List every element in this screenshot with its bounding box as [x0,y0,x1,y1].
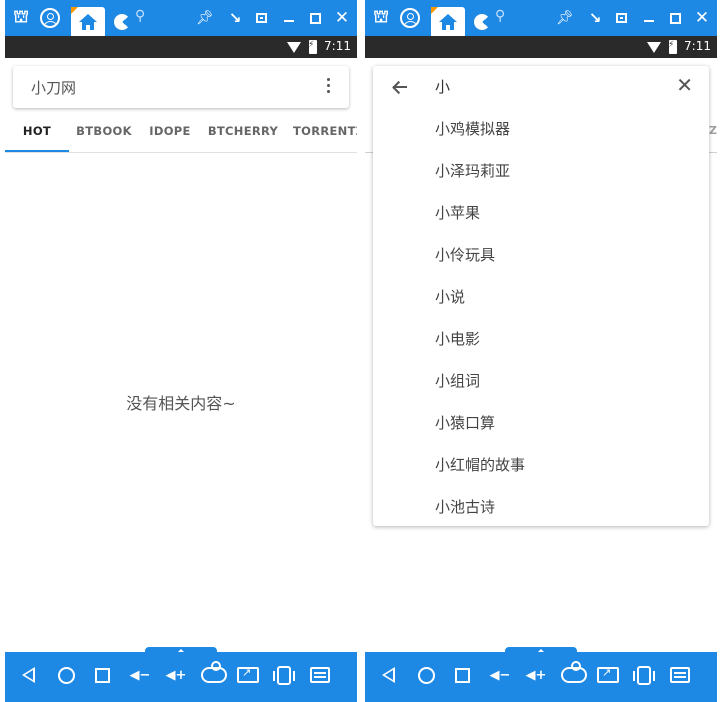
emulator-window-right: ⛫ ⚲ 📌︎ ↘ ✕ 7:11 TZ 小 ✕ 小鸡模拟器 小泽玛莉亚 小苹果 小… [365,0,717,702]
clear-search-icon[interactable]: ✕ [676,73,693,97]
emulator-window-left: ⛫ ⚲ 📌︎ ↘ ✕ 7:11 小刀网 HOT BTBOOK IDOPE BTC… [5,0,357,702]
suggestion-item[interactable]: 小组词 [373,360,709,402]
status-time: 7:11 [684,39,711,53]
screenshot-icon[interactable] [235,652,261,698]
tab-btcherry[interactable]: BTCHERRY [205,110,281,152]
suggestion-item[interactable]: 小鸡模拟器 [373,108,709,150]
maximize-icon[interactable] [665,0,685,36]
emulator-titlebar: ⛫ ⚲ 📌︎ ↘ ✕ [365,0,717,36]
emulator-logo-icon[interactable]: ⛫ [9,0,33,36]
suggestion-list: 小鸡模拟器 小泽玛莉亚 小苹果 小伶玩具 小说 小电影 小组词 小猿口算 小红帽… [373,108,709,528]
recent-apps-icon[interactable] [449,652,475,698]
keyboard-icon[interactable] [667,652,693,698]
gamepad-icon[interactable] [199,652,229,698]
tabs-divider [5,152,357,153]
restore-window-icon[interactable] [611,0,631,36]
user-account-icon[interactable] [39,0,61,36]
more-options-icon[interactable] [327,78,331,96]
empty-state-message: 没有相关内容~ [126,394,236,413]
android-statusbar: 7:11 [5,36,357,58]
search-input[interactable]: 小刀网 [31,77,76,98]
shake-icon[interactable] [631,652,657,698]
search-suggestions-panel: 小 ✕ 小鸡模拟器 小泽玛莉亚 小苹果 小伶玩具 小说 小电影 小组词 小猿口算… [373,66,709,526]
shrink-window-icon[interactable]: ↘ [585,0,605,36]
restore-window-icon[interactable] [251,0,271,36]
minimize-icon[interactable] [639,0,659,36]
user-account-icon[interactable] [399,0,421,36]
suggestion-item[interactable]: 小伶玩具 [373,234,709,276]
suggestion-item[interactable]: 小苹果 [373,192,709,234]
source-tabs: HOT BTBOOK IDOPE BTCHERRY TORRENTZ [5,110,357,152]
tab-idope[interactable]: IDOPE [143,110,197,152]
wifi-icon [287,42,301,53]
wifi-icon [647,42,661,53]
android-statusbar: 7:11 [365,36,717,58]
minimize-icon[interactable] [279,0,299,36]
suggestion-item[interactable]: 小猿口算 [373,402,709,444]
gamepad-icon[interactable] [559,652,589,698]
search-bar[interactable]: 小刀网 [13,66,349,108]
emulator-titlebar: ⛫ ⚲ 📌︎ ↘ ✕ [5,0,357,36]
battery-charging-icon [668,40,677,54]
suggestion-item[interactable]: 小说 [373,276,709,318]
tab-search-icon[interactable]: ⚲ [495,8,505,24]
status-time: 7:11 [324,39,351,53]
emulator-logo-icon[interactable]: ⛫ [369,0,393,36]
suggestion-item[interactable]: 小池古诗 [373,486,709,528]
pin-icon[interactable]: 📌︎ [555,0,575,36]
close-icon[interactable]: ✕ [691,0,713,36]
tab-torrentz[interactable]: TORRENTZ [293,110,357,152]
volume-up-icon[interactable]: ◀+ [523,652,549,698]
keyboard-icon[interactable] [307,652,333,698]
home-icon[interactable] [53,652,79,698]
suggestion-item[interactable]: 小红帽的故事 [373,444,709,486]
volume-down-icon[interactable]: ◀− [127,652,153,698]
suggestion-item[interactable]: 小泽玛莉亚 [373,150,709,192]
home-tab-icon[interactable] [431,7,465,36]
suggestion-item[interactable]: 小电影 [373,318,709,360]
back-icon[interactable] [375,652,401,698]
volume-down-icon[interactable]: ◀− [487,652,513,698]
screenshot-icon[interactable] [595,652,621,698]
game-tab-icon[interactable] [467,7,497,36]
battery-charging-icon [308,40,317,54]
shrink-window-icon[interactable]: ↘ [225,0,245,36]
tab-search-icon[interactable]: ⚲ [135,8,145,24]
pin-icon[interactable]: 📌︎ [195,0,215,36]
tab-hot[interactable]: HOT [5,110,69,152]
game-tab-icon[interactable] [107,7,137,36]
back-arrow-icon[interactable] [391,78,409,96]
recent-apps-icon[interactable] [89,652,115,698]
maximize-icon[interactable] [305,0,325,36]
search-input[interactable]: 小 [435,76,450,97]
back-icon[interactable] [15,652,41,698]
volume-up-icon[interactable]: ◀+ [163,652,189,698]
home-icon[interactable] [413,652,439,698]
shake-icon[interactable] [271,652,297,698]
home-tab-icon[interactable] [71,7,105,36]
tab-btbook[interactable]: BTBOOK [71,110,137,152]
close-icon[interactable]: ✕ [331,0,353,36]
